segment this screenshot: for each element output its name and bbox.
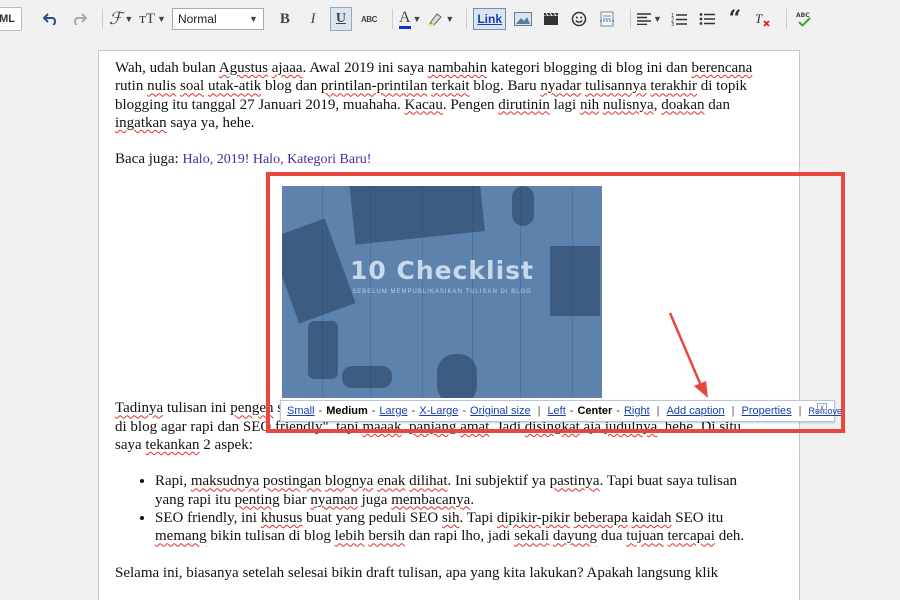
annotation-arrow-icon xyxy=(668,312,708,398)
